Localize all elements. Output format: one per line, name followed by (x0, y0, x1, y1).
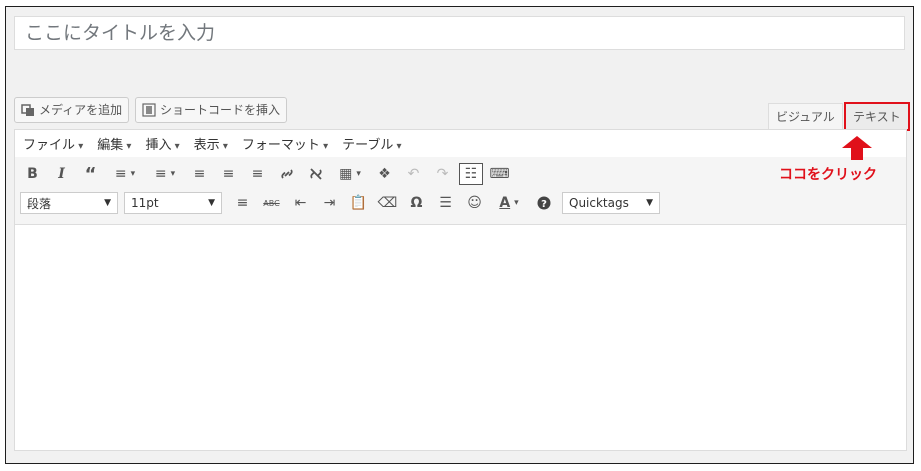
arrow-up-icon (842, 136, 872, 160)
add-media-button[interactable]: メディアを追加 (14, 97, 130, 123)
redo-icon[interactable]: ↷ (428, 161, 457, 187)
menu-table[interactable]: テーブル (342, 134, 401, 153)
align-right-icon[interactable]: ≡ (243, 161, 272, 187)
omega-icon[interactable]: Ω (402, 190, 431, 216)
quicktags-select[interactable]: Quicktags ▼ (562, 192, 660, 214)
insert-shortcode-label: ショートコードを挿入 (160, 103, 281, 117)
keyboard-icon[interactable]: ⌨ (485, 161, 514, 187)
table-icon[interactable]: ▦ (330, 161, 370, 187)
add-media-label: メディアを追加 (39, 103, 123, 117)
italic-icon[interactable]: I (47, 161, 76, 187)
horizontal-rule-icon[interactable]: ☰ (431, 190, 460, 216)
svg-text:?: ? (541, 199, 547, 210)
toolbar-row-1: B I “ ≡ ≡ ≡ ≡ ≡ ▦ ❖ ↶ ↷ ☷ ⌨ (18, 159, 514, 189)
emoji-icon[interactable]: ☺ (460, 190, 489, 216)
undo-icon[interactable]: ↶ (399, 161, 428, 187)
shortcode-icon (142, 103, 156, 117)
menu-insert[interactable]: 挿入 (145, 134, 179, 153)
align-left-icon[interactable]: ≡ (185, 161, 214, 187)
bullet-list-icon[interactable]: ≡ (105, 161, 145, 187)
eraser-icon[interactable]: ⌫ (373, 190, 402, 216)
block-format-value: 段落 (27, 196, 52, 211)
justify-icon[interactable]: ≡ (228, 190, 257, 216)
link-icon[interactable] (272, 161, 301, 187)
status-bar (14, 451, 907, 459)
media-icon (21, 104, 34, 116)
text-color-icon[interactable]: A (489, 190, 529, 216)
toolbar-row-2: 段落▼ 11pt▼ ≡ ABC ⇤ ⇥ 📋 ⌫ Ω ☰ ☺ A ? Q (20, 188, 666, 218)
align-center-icon[interactable]: ≡ (214, 161, 243, 187)
fullscreen-icon[interactable]: ❖ (370, 161, 399, 187)
indent-icon[interactable]: ⇥ (315, 190, 344, 216)
quicktags-value: Quicktags (569, 196, 629, 210)
block-format-select[interactable]: 段落 ▼ (20, 192, 118, 214)
tab-visual[interactable]: ビジュアル (768, 103, 843, 130)
numbered-list-icon[interactable]: ≡ (145, 161, 185, 187)
tab-text[interactable]: テキスト (844, 102, 910, 131)
strikethrough-icon[interactable]: ABC (257, 190, 286, 216)
menu-format[interactable]: フォーマット (242, 134, 328, 153)
font-size-value: 11pt (131, 196, 159, 210)
annotation-click-here: ココをクリック (779, 167, 877, 183)
post-title-input[interactable]: ここにタイトルを入力 (14, 16, 905, 50)
font-size-select[interactable]: 11pt ▼ (124, 192, 222, 214)
paste-text-icon[interactable]: 📋 (344, 190, 373, 216)
editor-frame: ここにタイトルを入力 メディアを追加 ショートコードを挿入 ビジュアル テキスト… (5, 6, 914, 464)
menu-edit[interactable]: 編集 (97, 134, 131, 153)
help-icon[interactable]: ? (529, 190, 558, 216)
toolbar-toggle-icon[interactable]: ☷ (459, 163, 483, 185)
menu-file[interactable]: ファイル (23, 134, 83, 153)
outdent-icon[interactable]: ⇤ (286, 190, 315, 216)
insert-shortcode-button[interactable]: ショートコードを挿入 (135, 97, 288, 123)
tinymce-editor: ファイル 編集 挿入 表示 フォーマット テーブル B I “ ≡ ≡ ≡ ≡ … (14, 129, 907, 451)
editor-toolbar: B I “ ≡ ≡ ≡ ≡ ≡ ▦ ❖ ↶ ↷ ☷ ⌨ (15, 157, 906, 225)
bold-icon[interactable]: B (18, 161, 47, 187)
blockquote-icon[interactable]: “ (76, 161, 105, 187)
menu-view[interactable]: 表示 (194, 134, 228, 153)
unlink-icon[interactable] (301, 161, 330, 187)
editor-menubar: ファイル 編集 挿入 表示 フォーマット テーブル (15, 130, 906, 157)
